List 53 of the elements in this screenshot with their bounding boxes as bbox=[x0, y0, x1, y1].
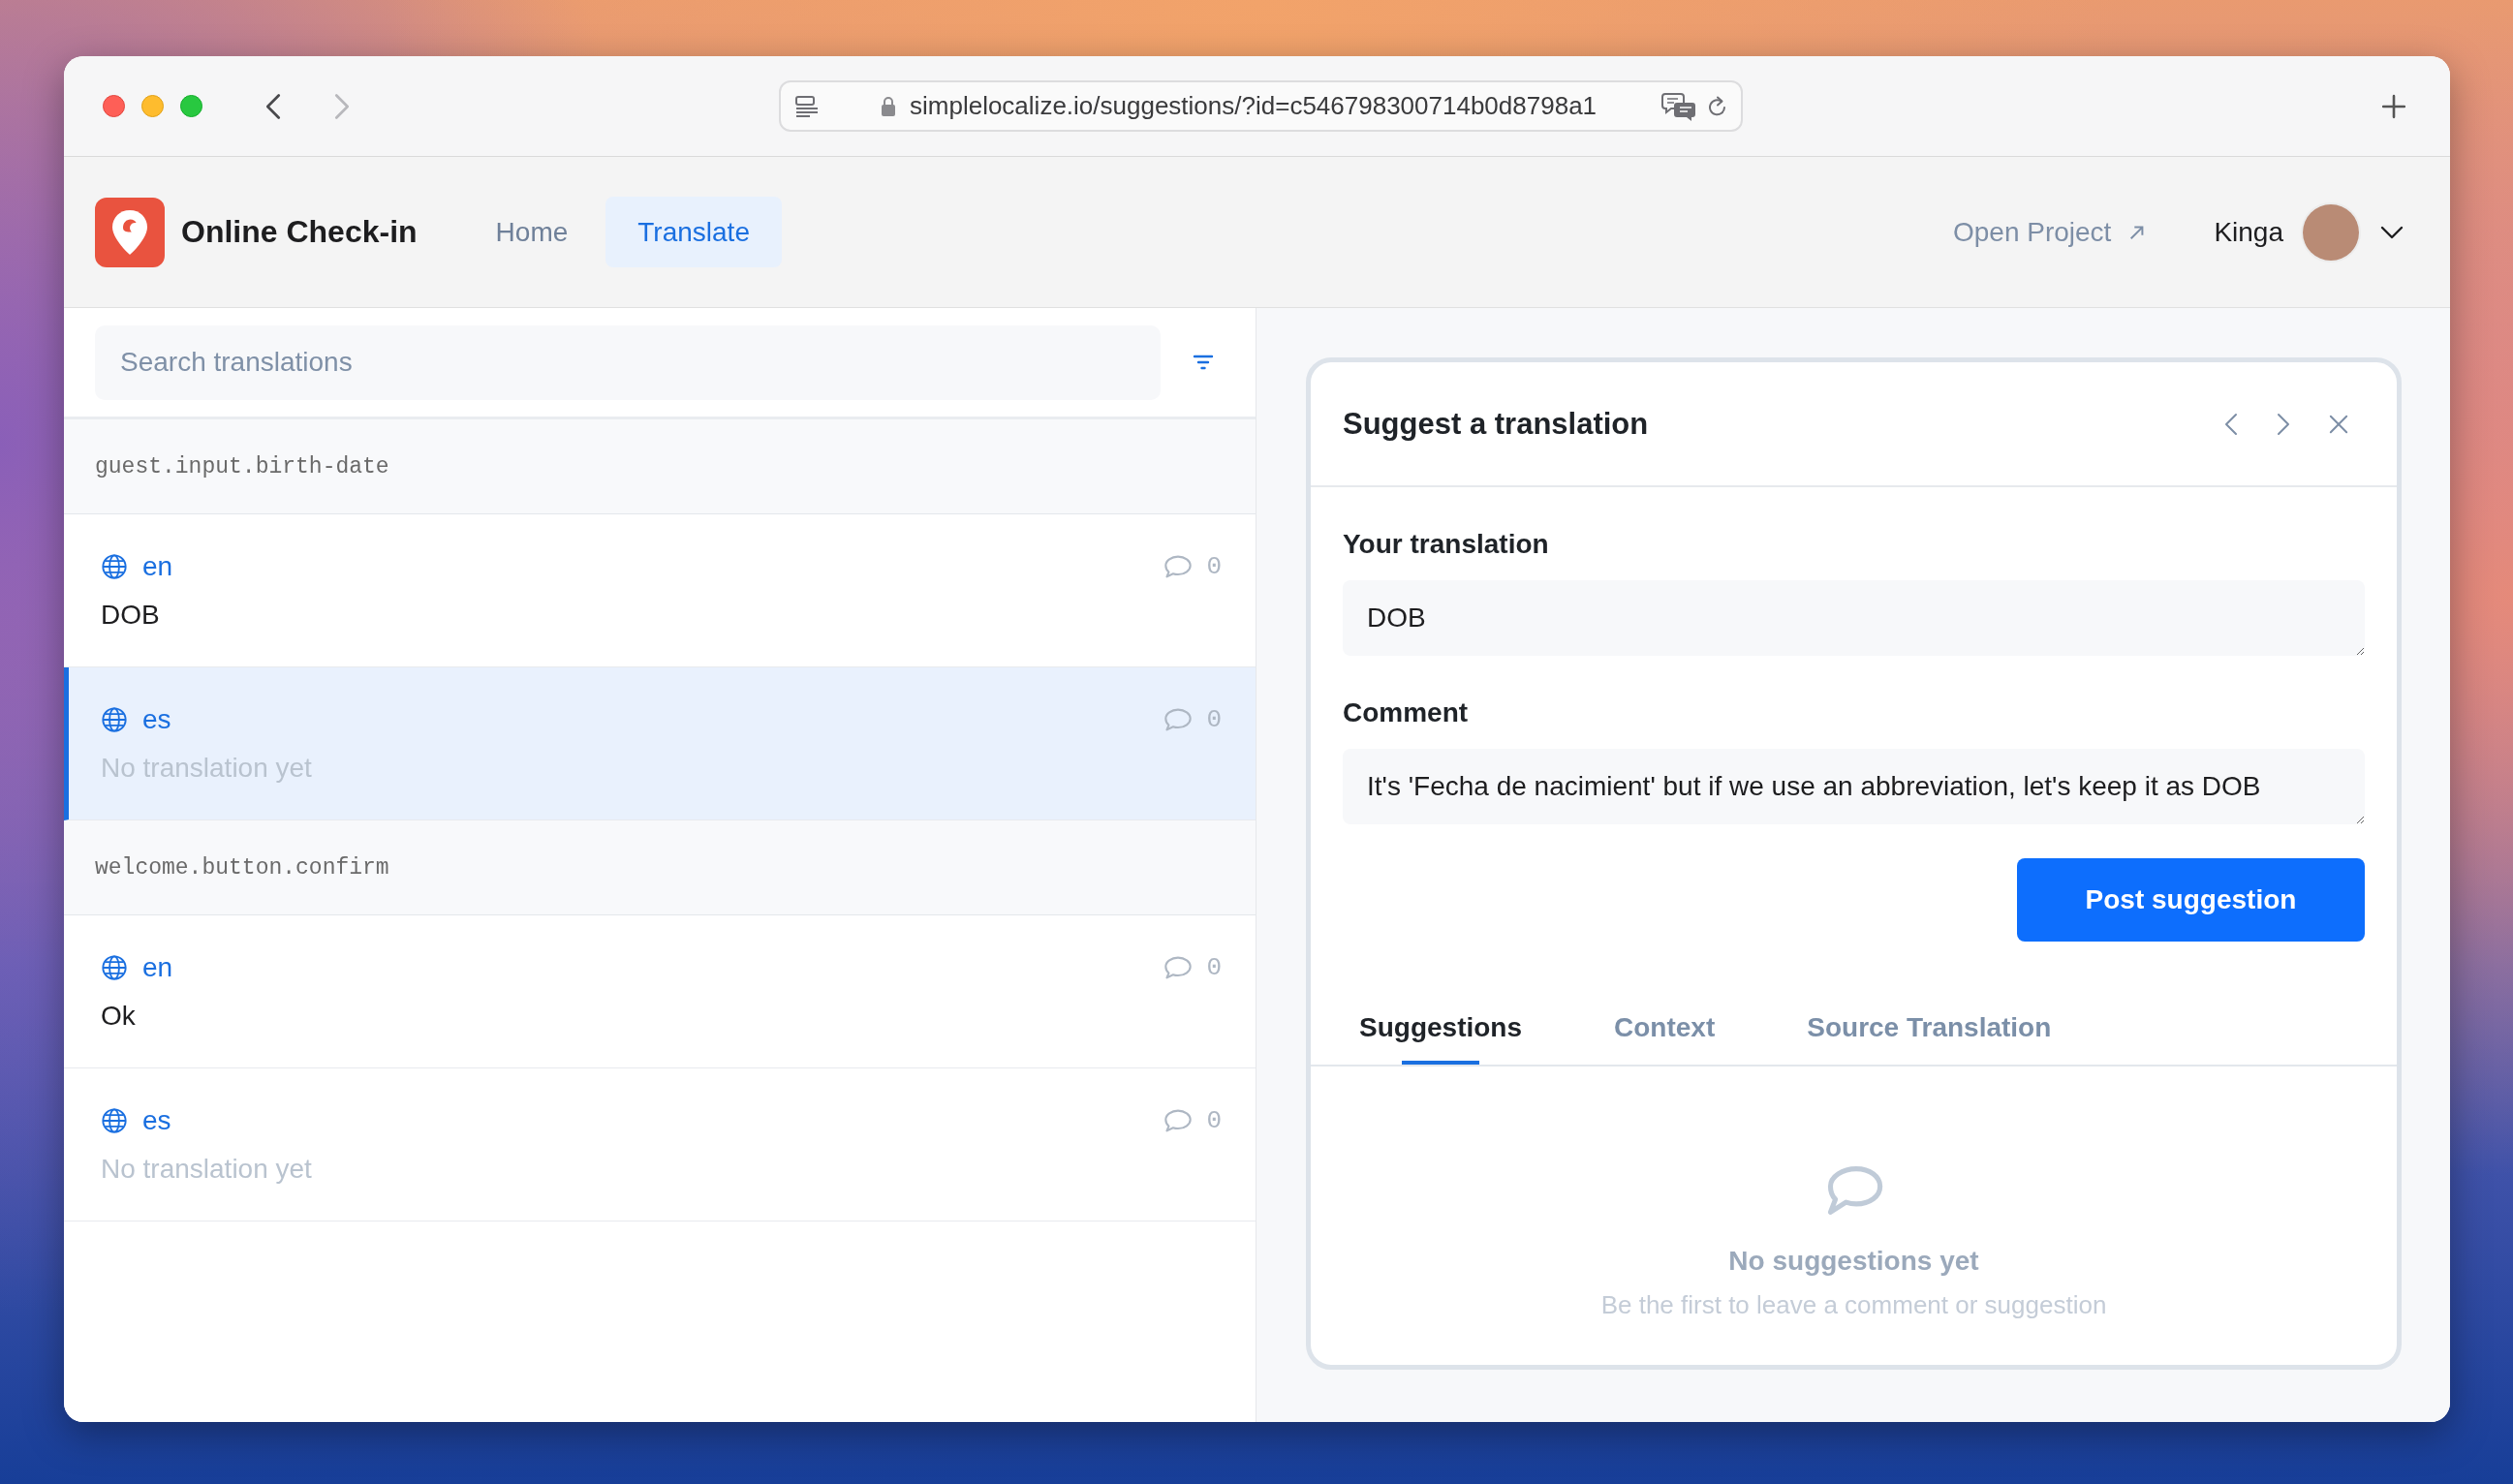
nav-tab[interactable]: Translate bbox=[605, 197, 782, 267]
empty-translation-text: No translation yet bbox=[101, 1152, 312, 1186]
comment-count: 0 bbox=[1206, 1105, 1222, 1135]
translation-field[interactable]: DOB bbox=[1343, 580, 2365, 656]
window-zoom-button[interactable] bbox=[180, 95, 202, 117]
globe-icon bbox=[101, 705, 128, 733]
translation-key-header: guest.input.birth-date bbox=[64, 419, 1256, 514]
globe-icon bbox=[101, 1106, 128, 1134]
comment-icon[interactable] bbox=[1163, 954, 1194, 980]
panel-tab[interactable]: Source Translation bbox=[1791, 991, 2067, 1065]
empty-state-title: No suggestions yet bbox=[1728, 1245, 1979, 1278]
lock-icon bbox=[881, 95, 896, 117]
comment-icon[interactable] bbox=[1163, 1107, 1194, 1133]
window-minimize-button[interactable] bbox=[141, 95, 164, 117]
empty-state-subtitle: Be the first to leave a comment or suggestion bbox=[1600, 1289, 2107, 1320]
user-name: Kinga bbox=[2214, 216, 2283, 248]
document-lines-icon[interactable] bbox=[794, 94, 820, 118]
card-title: Suggest a translation bbox=[1343, 406, 1649, 442]
comment-count: 0 bbox=[1206, 704, 1222, 734]
window-close-button[interactable] bbox=[103, 95, 125, 117]
open-project-link[interactable]: Open Project bbox=[1952, 216, 2147, 248]
filter-icon[interactable] bbox=[1193, 354, 1214, 371]
translation-text: Ok bbox=[101, 999, 136, 1033]
language-code: en bbox=[142, 550, 173, 582]
field-label: Comment bbox=[1343, 696, 1469, 729]
comment-count: 0 bbox=[1206, 551, 1222, 581]
field-label: Your translation bbox=[1343, 528, 1549, 561]
chevron-right-icon[interactable] bbox=[2277, 412, 2290, 436]
language-code: es bbox=[142, 1104, 171, 1136]
nav-tab[interactable]: Home bbox=[463, 197, 601, 267]
close-icon[interactable] bbox=[2329, 414, 2348, 434]
comment-icon[interactable] bbox=[1163, 553, 1194, 579]
comment-field[interactable]: It's 'Fecha de nacimient' but if we use an abbreviation, let's keep it as DOB bbox=[1343, 749, 2365, 824]
map-pin-logo-icon[interactable] bbox=[95, 197, 165, 267]
globe-icon bbox=[101, 953, 128, 981]
chevron-down-icon[interactable] bbox=[2380, 225, 2404, 239]
speech-bubbles-icon[interactable] bbox=[1661, 91, 1696, 121]
panel-tab[interactable]: Context bbox=[1598, 991, 1731, 1065]
language-code: en bbox=[142, 951, 173, 983]
globe-icon bbox=[101, 552, 128, 580]
user-avatar[interactable] bbox=[2303, 203, 2359, 261]
address-bar[interactable]: simplelocalize.io/suggestions/?id=c546798300714b0d8798a1 bbox=[779, 80, 1743, 132]
project-title: Online Check-in bbox=[181, 214, 418, 250]
translation-text: DOB bbox=[101, 598, 160, 632]
chevron-left-icon[interactable] bbox=[265, 92, 281, 120]
comment-icon[interactable] bbox=[1163, 706, 1194, 732]
plus-icon[interactable] bbox=[2381, 93, 2406, 119]
comment-count: 0 bbox=[1206, 952, 1222, 982]
language-code: es bbox=[142, 703, 171, 735]
translation-key-header: welcome.button.confirm bbox=[64, 820, 1256, 915]
panel-tab[interactable]: Suggestions bbox=[1344, 991, 1537, 1065]
search-field[interactable]: Search translations bbox=[95, 325, 1161, 400]
post-suggestion-button[interactable]: Post suggestion bbox=[2017, 858, 2365, 942]
